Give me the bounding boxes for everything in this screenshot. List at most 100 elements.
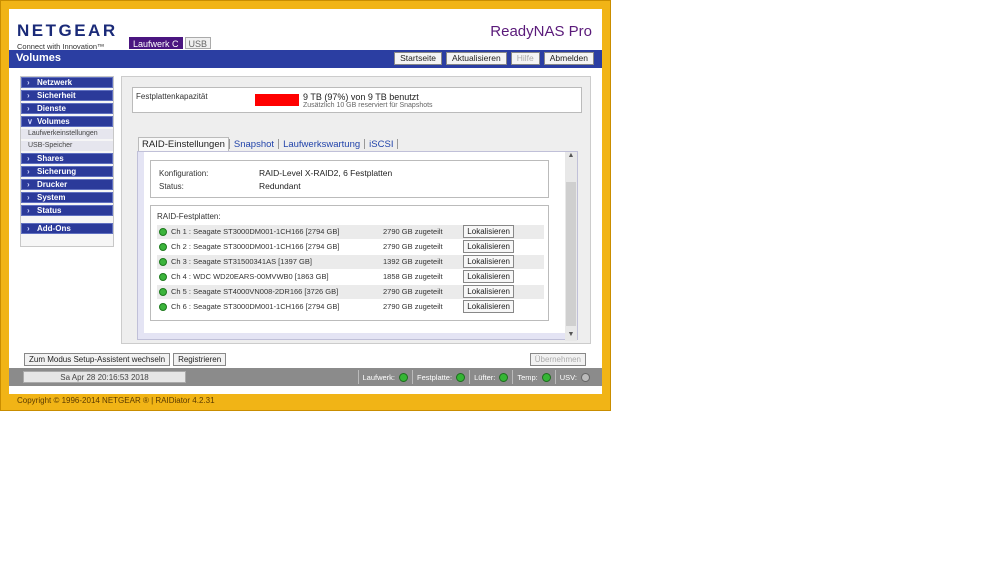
- tab-raid-einstellungen[interactable]: RAID-Einstellungen: [138, 137, 229, 151]
- chevron-right-icon: ›: [27, 206, 30, 215]
- sidebar-item-label: Status: [37, 206, 62, 215]
- sidebar-nav: › Netzwerk › Sicherheit › Dienste ∨ Volumes …: [21, 77, 113, 236]
- status-led-icon: [159, 288, 167, 296]
- config-value: RAID-Level X-RAID2, 6 Festplatten: [259, 168, 393, 178]
- config-label: Konfiguration:: [159, 169, 209, 178]
- app-window: NETGEAR Connect with Innovation™ ReadyNA…: [9, 9, 602, 394]
- sidebar-item-drucker[interactable]: › Drucker: [21, 179, 113, 190]
- sidebar-subitem-usb-speicher[interactable]: USB-Speicher: [21, 141, 113, 151]
- disk-name: Ch 1 : Seagate ST3000DM001-1CH166 [2794 …: [171, 227, 340, 236]
- indicator-laufwerk[interactable]: Laufwerk:: [357, 370, 413, 384]
- tab-laufwerkswartung[interactable]: Laufwerkswartung: [279, 139, 364, 150]
- scrollbar[interactable]: ▲ ▼: [565, 152, 577, 341]
- disk-row: Ch 5 : Seagate ST4000VN008-2DR166 [3726 …: [157, 285, 544, 299]
- disk-allocation: 2790 GB zugeteilt: [383, 302, 443, 311]
- raid-disks-box: RAID-Festplatten: Ch 1 : Seagate ST3000D…: [150, 205, 549, 321]
- chevron-down-icon: ∨: [27, 117, 33, 126]
- capacity-box: Festplattenkapazität 9 TB (97%) von 9 TB…: [132, 87, 582, 113]
- volume-tab-usb[interactable]: USB: [184, 37, 212, 49]
- scroll-up-icon[interactable]: ▲: [565, 152, 577, 162]
- indicator-usv[interactable]: USV:: [554, 370, 594, 384]
- chevron-right-icon: ›: [27, 193, 30, 202]
- scroll-down-icon[interactable]: ▼: [565, 331, 577, 341]
- disk-allocation: 1392 GB zugeteilt: [383, 257, 443, 266]
- copyright: Copyright © 1996-2014 NETGEAR ® | RAIDia…: [17, 396, 215, 405]
- raid-disks-title: RAID-Festplatten:: [157, 212, 221, 221]
- status-value: Redundant: [259, 181, 301, 191]
- sidebar-item-sicherung[interactable]: › Sicherung: [21, 166, 113, 177]
- disk-allocation: 2790 GB zugeteilt: [383, 287, 443, 296]
- status-led-icon: [499, 372, 509, 382]
- apply-button[interactable]: Übernehmen: [529, 353, 586, 366]
- header-bar: Volumes Startseite Aktualisieren Hilfe A…: [9, 50, 602, 68]
- status-led-icon: [159, 303, 167, 311]
- locate-button[interactable]: Lokalisieren: [463, 255, 514, 268]
- chevron-right-icon: ›: [27, 154, 30, 163]
- sidebar-item-netzwerk[interactable]: › Netzwerk: [21, 77, 113, 88]
- indicator-festplatte[interactable]: Festplatte:: [412, 370, 469, 384]
- locate-button[interactable]: Lokalisieren: [463, 225, 514, 238]
- chevron-right-icon: ›: [27, 167, 30, 176]
- sidebar-item-system[interactable]: › System: [21, 192, 113, 203]
- chevron-right-icon: ›: [27, 104, 30, 113]
- tab-iscsi[interactable]: iSCSI: [365, 139, 397, 150]
- indicator-luefter[interactable]: Lüfter:: [469, 370, 512, 384]
- capacity-subtext: Zusätzlich 10 GB reserviert für Snapshot…: [303, 102, 433, 109]
- sidebar-item-label: System: [37, 193, 66, 202]
- config-box: Konfiguration: RAID-Level X-RAID2, 6 Fes…: [150, 160, 549, 198]
- datetime-display: Sa Apr 28 20:16:53 2018: [23, 371, 186, 383]
- register-button[interactable]: Registrieren: [173, 353, 227, 366]
- tab-content: Konfiguration: RAID-Level X-RAID2, 6 Fes…: [137, 151, 578, 341]
- status-indicators: Laufwerk: Festplatte: Lüfter: Temp: USV:: [357, 370, 595, 384]
- sidebar-item-add-ons[interactable]: › Add-Ons: [21, 223, 113, 234]
- status-led-icon: [456, 372, 466, 382]
- sidebar-item-sicherheit[interactable]: › Sicherheit: [21, 90, 113, 101]
- indicator-label: Laufwerk:: [362, 372, 396, 382]
- capacity-bar: [255, 94, 299, 106]
- indicator-label: Lüfter:: [474, 372, 496, 382]
- scrollbar-thumb[interactable]: [566, 182, 576, 326]
- disk-name: Ch 6 : Seagate ST3000DM001-1CH166 [2794 …: [171, 302, 340, 311]
- help-button[interactable]: Hilfe: [510, 52, 540, 65]
- home-button[interactable]: Startseite: [394, 52, 443, 65]
- setup-wizard-button[interactable]: Zum Modus Setup-Assistent wechseln: [24, 353, 171, 366]
- status-led-icon: [581, 372, 590, 382]
- header-buttons: Startseite Aktualisieren Hilfe Abmelden: [394, 52, 594, 65]
- indicator-label: USV:: [559, 372, 577, 382]
- logout-button[interactable]: Abmelden: [543, 52, 594, 65]
- locate-button[interactable]: Lokalisieren: [463, 285, 514, 298]
- locate-button[interactable]: Lokalisieren: [463, 240, 514, 253]
- sidebar-subitem-laufwerkeinstellungen[interactable]: Laufwerkeinstellungen: [21, 129, 113, 139]
- refresh-button[interactable]: Aktualisieren: [446, 52, 507, 65]
- chevron-right-icon: ›: [27, 224, 30, 233]
- status-led-icon: [541, 372, 551, 382]
- sidebar-item-dienste[interactable]: › Dienste: [21, 103, 113, 114]
- sidebar-item-volumes[interactable]: ∨ Volumes: [21, 116, 113, 127]
- sidebar-item-label: Drucker: [37, 180, 68, 189]
- sidebar-item-label: Dienste: [37, 104, 66, 113]
- locate-button[interactable]: Lokalisieren: [463, 300, 514, 313]
- status-label: Status:: [159, 182, 184, 191]
- bottom-buttons: Zum Modus Setup-Assistent wechseln Regis…: [24, 353, 227, 366]
- status-led-icon: [159, 273, 167, 281]
- chevron-right-icon: ›: [27, 78, 30, 87]
- disk-name: Ch 2 : Seagate ST3000DM001-1CH166 [2794 …: [171, 242, 340, 251]
- sidebar-item-label: Add-Ons: [37, 224, 71, 233]
- sidebar-item-shares[interactable]: › Shares: [21, 153, 113, 164]
- indicator-temp[interactable]: Temp:: [512, 370, 554, 384]
- tab-snapshot[interactable]: Snapshot: [230, 139, 278, 150]
- sidebar-item-label: Sicherheit: [37, 91, 76, 100]
- indicator-label: Temp:: [517, 372, 538, 382]
- locate-button[interactable]: Lokalisieren: [463, 270, 514, 283]
- capacity-label: Festplattenkapazität: [136, 92, 208, 101]
- disk-name: Ch 4 : WDC WD20EARS-00MVWB0 [1863 GB]: [171, 272, 329, 281]
- sidebar-item-label: Volumes: [37, 117, 70, 126]
- disk-row: Ch 6 : Seagate ST3000DM001-1CH166 [2794 …: [157, 300, 544, 314]
- volume-tab-laufwerk-c[interactable]: Laufwerk C: [129, 37, 183, 49]
- status-led-icon: [399, 372, 409, 382]
- app-frame: NETGEAR Connect with Innovation™ ReadyNA…: [0, 0, 611, 411]
- tab-divider: [397, 139, 399, 149]
- volume-tabs: Laufwerk C USB: [129, 37, 213, 49]
- disk-row: Ch 2 : Seagate ST3000DM001-1CH166 [2794 …: [157, 240, 544, 254]
- sidebar-item-status[interactable]: › Status: [21, 205, 113, 216]
